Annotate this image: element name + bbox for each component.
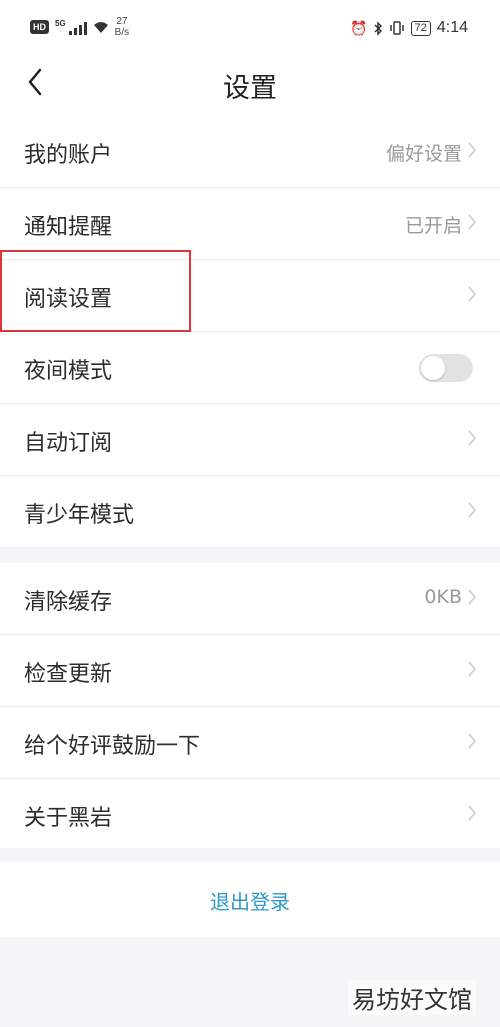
- hd-badge: HD: [30, 20, 49, 34]
- chevron-right-icon: [468, 589, 476, 605]
- bluetooth-icon: [374, 20, 382, 36]
- chevron-right-icon: [468, 286, 476, 302]
- row-teen-mode[interactable]: 青少年模式: [0, 476, 500, 547]
- row-label: 通知提醒: [24, 215, 113, 240]
- chevron-right-icon: [468, 661, 476, 677]
- row-label: 清除缓存: [24, 590, 113, 615]
- row-my-account[interactable]: 我的账户 偏好设置: [0, 116, 500, 188]
- wifi-icon: [93, 22, 108, 33]
- row-label: 给个好评鼓励一下: [24, 734, 201, 759]
- row-about[interactable]: 关于黑岩: [0, 779, 500, 850]
- row-label: 检查更新: [24, 662, 113, 687]
- chevron-right-icon: [468, 733, 476, 749]
- speed-value: 27: [116, 16, 128, 27]
- row-night-mode: 夜间模式: [0, 332, 500, 404]
- logout-button[interactable]: 退出登录: [0, 886, 500, 915]
- settings-list: 我的账户 偏好设置 通知提醒 已开启 阅读设置 夜间模式 自动订阅 青少年模式 …: [0, 116, 500, 850]
- status-left: HD 5G 27 B/s: [30, 16, 129, 38]
- chevron-right-icon: [468, 142, 476, 158]
- chevron-right-icon: [468, 502, 476, 518]
- speed-unit: B/s: [114, 27, 130, 38]
- header: 设置: [0, 56, 500, 116]
- clock: 4:14: [436, 19, 468, 36]
- chevron-right-icon: [468, 214, 476, 230]
- watermark: 易坊好文馆: [348, 980, 476, 1015]
- night-mode-toggle[interactable]: [419, 354, 473, 382]
- battery-icon: 72: [410, 20, 431, 36]
- cellular-signal-icon: 5G: [55, 19, 87, 35]
- row-label: 我的账户: [24, 143, 113, 168]
- row-rate-app[interactable]: 给个好评鼓励一下: [0, 707, 500, 779]
- section-divider: [0, 547, 500, 563]
- network-type: 5G: [55, 19, 66, 28]
- row-auto-subscribe[interactable]: 自动订阅: [0, 404, 500, 476]
- row-check-update[interactable]: 检查更新: [0, 635, 500, 707]
- chevron-right-icon: [468, 430, 476, 446]
- page-title: 设置: [223, 73, 277, 104]
- status-bar: HD 5G 27 B/s ⏰ 72 4:14: [0, 0, 500, 56]
- row-value: 已开启: [404, 215, 462, 237]
- cache-size: 0KB: [424, 586, 462, 608]
- row-label: 夜间模式: [24, 359, 113, 384]
- network-speed: 27 B/s: [115, 16, 129, 38]
- status-right: ⏰ 72 4:14: [350, 19, 468, 37]
- row-label: 青少年模式: [24, 503, 135, 528]
- chevron-right-icon: [468, 805, 476, 821]
- annotation-highlight-box: [0, 250, 191, 332]
- row-clear-cache[interactable]: 清除缓存 0KB: [0, 563, 500, 635]
- vibrate-icon: [389, 21, 404, 35]
- section-divider: [0, 848, 500, 862]
- row-label: 自动订阅: [24, 431, 113, 456]
- toggle-knob: [421, 356, 445, 380]
- alarm-icon: ⏰: [350, 19, 368, 36]
- row-value: 偏好设置: [385, 143, 462, 165]
- logout-area: 退出登录: [0, 862, 500, 937]
- row-label: 关于黑岩: [24, 806, 113, 831]
